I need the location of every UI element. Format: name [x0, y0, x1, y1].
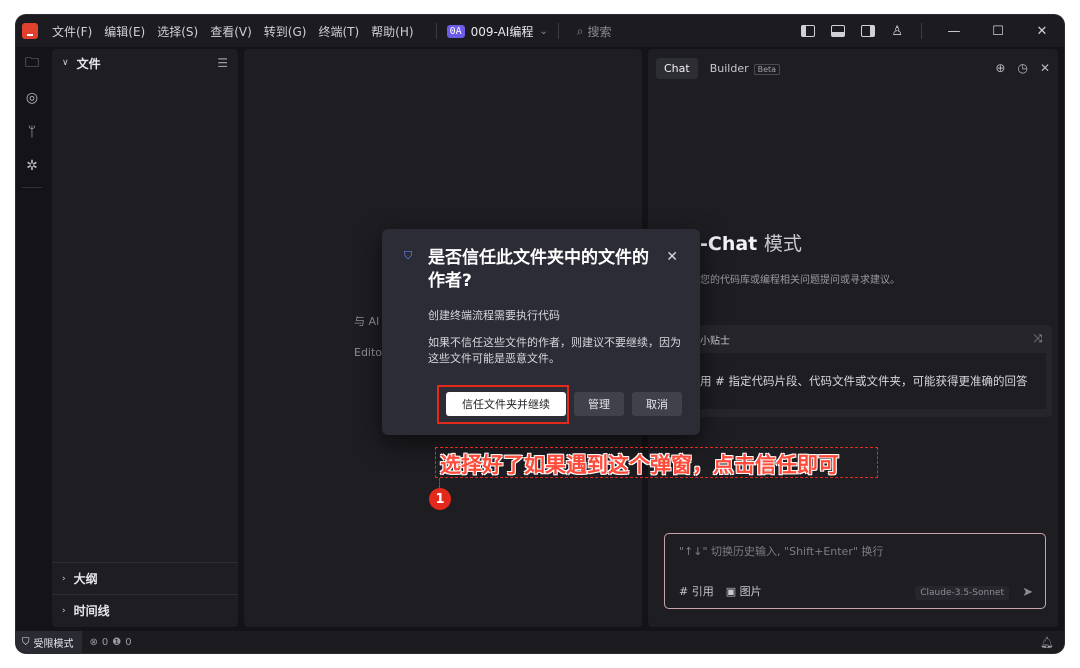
tab-chat[interactable]: Chat — [656, 57, 698, 79]
search-input[interactable]: 搜索 — [587, 23, 611, 40]
toggle-panel-icon[interactable] — [831, 25, 846, 37]
close-icon[interactable]: ✕ — [666, 249, 678, 265]
source-control-icon[interactable]: ᛘ — [16, 115, 48, 149]
annotation-step-badge: 1 — [429, 488, 451, 510]
beta-badge: Beta — [753, 63, 781, 75]
divider — [557, 23, 559, 39]
dialog-title: 是否信任此文件夹中的文件的作者? — [428, 248, 649, 291]
annotation-text: 选择好了如果遇到这个弹窗，点击信任即可 — [440, 453, 839, 477]
explorer-icon[interactable]: 🗀 — [16, 47, 48, 81]
notification-bell-icon[interactable]: 🔔︎ — [1040, 636, 1054, 649]
send-icon[interactable]: ➤ — [1022, 585, 1033, 600]
chat-heading-bold: -Chat — [700, 233, 758, 255]
warning-count: 0 — [125, 636, 132, 648]
chevron-right-icon: › — [62, 573, 66, 584]
debug-icon[interactable]: ✲ — [16, 149, 48, 183]
tip-card: 小贴士 ⤨ 用 # 指定代码片段、代码文件或文件夹，可能获得更准确的回答 — [678, 325, 1052, 417]
shuffle-icon[interactable]: ⤨ — [1033, 332, 1042, 346]
chat-tabs: Chat Builder Beta ⊕ ◷ ✕ — [648, 49, 1058, 87]
tab-builder-label: Builder — [709, 61, 749, 75]
project-badge: 0A — [446, 24, 465, 38]
new-chat-icon[interactable]: ⊕ — [995, 61, 1005, 75]
project-name[interactable]: 009-AI编程 — [471, 23, 534, 40]
chevron-down-icon[interactable]: ⌄ — [539, 26, 547, 37]
error-count: 0 — [101, 636, 109, 648]
shield-icon: ⛉ — [404, 249, 413, 262]
restricted-mode-label: 受限模式 — [33, 638, 74, 650]
close-icon[interactable]: ✕ — [1040, 61, 1050, 75]
timeline-section[interactable]: › 时间线 — [52, 594, 238, 626]
divider — [921, 23, 922, 39]
explorer-sidebar: ∨ 文件 ☰ › 大纲 › 时间线 — [52, 49, 238, 627]
shield-icon: ⛉ — [22, 636, 30, 648]
search-icon[interactable]: ⌕ — [577, 24, 584, 39]
account-icon[interactable]: ♙ — [891, 24, 903, 39]
menu-go[interactable]: 转到(G) — [264, 23, 307, 40]
manage-button[interactable]: 管理 — [574, 392, 624, 416]
toggle-sidebar-icon[interactable] — [801, 25, 816, 37]
divider — [22, 187, 42, 188]
minimize-button[interactable]: — — [932, 24, 976, 39]
titlebar-controls: ♙ — ☐ ✕ — [793, 15, 1064, 47]
explorer-header[interactable]: ∨ 文件 ☰ — [52, 49, 238, 77]
close-window-button[interactable]: ✕ — [1020, 24, 1064, 39]
tip-title: 小贴士 — [700, 335, 730, 347]
restricted-mode-indicator[interactable]: ⛉ 受限模式 — [16, 631, 82, 653]
chevron-right-icon: › — [62, 605, 66, 616]
chat-heading: -Chat 模式 — [700, 229, 802, 256]
menu-help[interactable]: 帮助(H) — [371, 23, 413, 40]
image-label: 图片 — [739, 585, 762, 598]
menu-terminal[interactable]: 终端(T) — [318, 23, 359, 40]
timeline-title: 时间线 — [73, 604, 110, 618]
cancel-button[interactable]: 取消 — [632, 392, 682, 416]
chat-input-actions: # 引用 ▣ 图片 — [679, 583, 774, 599]
outline-section[interactable]: › 大纲 — [52, 562, 238, 594]
menu-edit[interactable]: 编辑(E) — [104, 23, 145, 40]
filter-icon[interactable]: ☰ — [217, 56, 228, 70]
title-bar: 文件(F) 编辑(E) 选择(S) 查看(V) 转到(G) 终端(T) 帮助(H… — [16, 15, 1064, 47]
chat-input-placeholder[interactable]: "↑↓" 切换历史输入, "Shift+Enter" 换行 — [679, 543, 883, 559]
problems-indicator[interactable]: ⊗ 0 ❶ 0 — [90, 637, 132, 648]
tip-body: 用 # 指定代码片段、代码文件或文件夹，可能获得更准确的回答 — [684, 353, 1046, 409]
reference-button[interactable]: # 引用 — [679, 583, 714, 599]
chat-input-box[interactable]: "↑↓" 切换历史输入, "Shift+Enter" 换行 # 引用 ▣ 图片 … — [664, 533, 1046, 609]
image-button[interactable]: ▣ 图片 — [726, 583, 762, 599]
chat-panel: Chat Builder Beta ⊕ ◷ ✕ -Chat 模式 您的代码库或编程… — [648, 49, 1058, 627]
menu-selection[interactable]: 选择(S) — [157, 23, 198, 40]
maximize-button[interactable]: ☐ — [976, 24, 1020, 39]
image-icon: ▣ — [725, 585, 740, 598]
search-scan-icon[interactable]: ◎ — [16, 81, 48, 115]
menu-file[interactable]: 文件(F) — [52, 23, 92, 40]
divider — [435, 23, 437, 39]
app-logo-icon — [22, 23, 38, 39]
activity-bar: 🗀 ◎ ᛘ ✲ — [16, 47, 48, 631]
status-bar: ⛉ 受限模式 ⊗ 0 ❶ 0 🔔︎ — [16, 631, 1064, 653]
chat-heading-mode: 模式 — [763, 233, 802, 255]
dialog-message: 创建终端流程需要执行代码 — [428, 309, 560, 322]
chevron-down-icon: ∨ — [62, 58, 69, 68]
model-selector[interactable]: Claude-3.5-Sonnet — [915, 586, 1009, 600]
annotation-connector — [439, 478, 440, 488]
error-icon: ⊗ — [89, 636, 98, 648]
editor-hint: 与 AI — [354, 315, 380, 328]
editor-hint: Edito — [354, 346, 383, 359]
dialog-warning: 如果不信任这些文件的作者，则建议不要继续，因为这些文件可能是恶意文件。 — [428, 336, 681, 365]
tab-builder[interactable]: Builder Beta — [702, 58, 788, 79]
outline-title: 大纲 — [73, 572, 98, 586]
tip-header: 小贴士 ⤨ — [678, 325, 1052, 353]
toggle-secondary-sidebar-icon[interactable] — [861, 25, 876, 37]
menu-view[interactable]: 查看(V) — [210, 23, 252, 40]
warning-icon: ❶ — [112, 636, 122, 648]
explorer-title: 文件 — [76, 56, 101, 71]
chat-subtitle: 您的代码库或编程相关问题提问或寻求建议。 — [700, 275, 900, 286]
history-icon[interactable]: ◷ — [1017, 61, 1027, 75]
trust-button-highlight — [437, 385, 569, 424]
chat-toolbar: ⊕ ◷ ✕ — [983, 61, 1050, 75]
